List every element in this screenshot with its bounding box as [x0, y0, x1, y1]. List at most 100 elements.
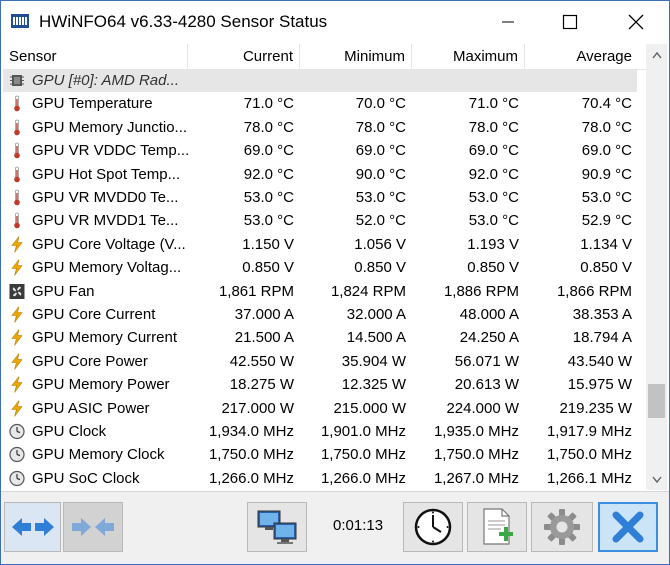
sensor-status-window: HWiNFO64 v6.33-4280 Sensor Status Sensor…: [0, 0, 670, 565]
sensor-label: GPU Memory Voltag...: [32, 259, 182, 277]
settings-button[interactable]: [531, 502, 593, 552]
sensor-name-cell: GPU [#0]: AMD Rad...: [3, 69, 188, 92]
lightning-icon: [9, 399, 25, 417]
minimum-value: 52.0 °C: [355, 212, 406, 230]
sensor-row-gpu-vr-mvdd1-te[interactable]: GPU VR MVDD1 Te... 53.0 °C 52.0 °C 53.0 °C 5…: [3, 209, 637, 232]
column-header-maximum[interactable]: Maximum: [412, 44, 525, 69]
sensor-row-gpu-memory-clock[interactable]: GPU Memory Clock 1,750.0 MHz 1,750.0 MHz 1,…: [3, 443, 637, 466]
chevron-up-icon: [651, 51, 662, 58]
expand-columns-button[interactable]: [4, 502, 61, 552]
sensor-row-gpu-hot-spot-temp[interactable]: GPU Hot Spot Temp... 92.0 °C 90.0 °C 92.0 °…: [3, 163, 637, 186]
scroll-down-button[interactable]: [646, 469, 667, 490]
sensor-name-cell: GPU Fan: [3, 280, 188, 303]
sensor-row-gpu-core-current[interactable]: GPU Core Current 37.000 A 32.000 A 48.000 A…: [3, 303, 637, 326]
gear-icon: [544, 509, 580, 545]
sensor-label: GPU Hot Spot Temp...: [32, 165, 181, 183]
sensor-label: GPU VR VDDC Temp...: [32, 142, 188, 160]
minimum-value: 90.0 °C: [355, 165, 406, 183]
average-value: 1,266.1 MHz: [546, 469, 632, 487]
sensor-name-cell: GPU SoC Clock: [3, 467, 188, 490]
reset-timer-button[interactable]: [403, 502, 463, 552]
column-header-sensor[interactable]: Sensor: [3, 44, 188, 69]
window-title: HWiNFO64 v6.33-4280 Sensor Status: [39, 12, 328, 31]
average-value: 1,917.9 MHz: [546, 423, 632, 440]
minimum-value: 35.904 W: [341, 352, 406, 370]
sensor-row-gpu-core-voltage-v[interactable]: GPU Core Voltage (V... 1.150 V 1.056 V 1.19…: [3, 233, 637, 256]
sensor-name-cell: GPU VR MVDD0 Te...: [3, 186, 188, 209]
sensor-row-gpu-asic-power[interactable]: GPU ASIC Power 217.000 W 215.000 W 224.000 …: [3, 397, 637, 420]
close-button[interactable]: [598, 502, 658, 552]
sensor-label: GPU VR MVDD0 Te...: [32, 189, 179, 206]
column-header-current[interactable]: Current: [188, 44, 300, 69]
current-value: 1.150 V: [242, 235, 294, 253]
network-button[interactable]: [247, 502, 307, 552]
average-value: 69.0 °C: [581, 142, 632, 160]
sensor-label: GPU ASIC Power: [32, 399, 150, 417]
sensor-row-gpu-memory-junctio[interactable]: GPU Memory Junctio... 78.0 °C 78.0 °C 78.0 …: [3, 116, 637, 139]
bottom-toolbar: 0:01:13: [1, 491, 669, 564]
scroll-up-button[interactable]: [646, 44, 667, 65]
current-value: 217.000 W: [221, 399, 294, 417]
sensor-row-gpu-soc-clock[interactable]: GPU SoC Clock 1,266.0 MHz 1,266.0 MHz 1,267…: [3, 467, 637, 490]
current-value: 1,266.0 MHz: [208, 469, 294, 487]
thermometer-icon: [9, 142, 25, 159]
sensor-name-cell: GPU Memory Current: [3, 326, 188, 349]
sensor-name-cell: GPU Memory Power: [3, 373, 188, 396]
double-arrow-icon: [11, 518, 54, 536]
average-value: 1.134 V: [580, 235, 632, 253]
sensor-name-cell: GPU VR MVDD1 Te...: [3, 209, 188, 232]
thermometer-icon: [9, 212, 25, 229]
maximum-value: 56.071 W: [454, 352, 519, 370]
sensor-row-gpu-memory-voltag[interactable]: GPU Memory Voltag... 0.850 V 0.850 V 0.850 …: [3, 256, 637, 279]
sensor-name-cell: GPU Clock: [3, 420, 188, 443]
scrollbar-thumb[interactable]: [648, 384, 665, 418]
sensor-row-gpu-memory-power[interactable]: GPU Memory Power 18.275 W 12.325 W 20.613 W…: [3, 373, 637, 396]
converge-arrow-icon: [72, 518, 114, 536]
minimize-button[interactable]: [485, 1, 531, 43]
maximum-value: 1,750.0 MHz: [433, 446, 519, 464]
maximum-value: 1,935.0 MHz: [433, 423, 519, 440]
current-value: 18.275 W: [229, 376, 294, 394]
maximum-value: 69.0 °C: [468, 142, 519, 160]
column-header-average[interactable]: Average: [525, 44, 638, 69]
average-value: 15.975 W: [567, 376, 632, 394]
sensor-table: Sensor Current Minimum Maximum Average G…: [3, 44, 647, 490]
sensor-group-row[interactable]: GPU [#0]: AMD Rad...: [3, 69, 637, 93]
sensor-name-cell: GPU Core Power: [3, 350, 188, 373]
minimum-value: 70.0 °C: [355, 95, 406, 113]
thermometer-icon: [9, 119, 25, 136]
maximum-value: 1.193 V: [467, 235, 519, 253]
maximize-button[interactable]: [547, 1, 593, 43]
sensor-name-cell: GPU Core Current: [3, 303, 188, 326]
title-bar[interactable]: HWiNFO64 v6.33-4280 Sensor Status: [1, 1, 669, 43]
average-value: 219.235 W: [559, 399, 632, 417]
vertical-scrollbar[interactable]: [646, 44, 667, 490]
sensor-label: GPU Core Current: [32, 306, 156, 323]
sensor-row-gpu-memory-current[interactable]: GPU Memory Current 21.500 A 14.500 A 24.250…: [3, 326, 637, 349]
maximum-value: 20.613 W: [454, 376, 519, 394]
sensor-row-gpu-fan[interactable]: GPU Fan 1,861 RPM 1,824 RPM 1,886 RPM 1,866 …: [3, 280, 637, 303]
sensor-row-gpu-vr-vddc-temp[interactable]: GPU VR VDDC Temp... 69.0 °C 69.0 °C 69.0 °C…: [3, 139, 637, 162]
minimize-icon: [502, 21, 514, 23]
lightning-icon: [9, 353, 25, 370]
sensor-row-gpu-core-power[interactable]: GPU Core Power 42.550 W 35.904 W 56.071 W 43…: [3, 350, 637, 373]
chip-icon: [9, 72, 25, 89]
sensor-label: GPU SoC Clock: [32, 469, 140, 487]
current-value: 53.0 °C: [243, 189, 294, 206]
minimum-value: 215.000 W: [333, 399, 406, 417]
maximum-value: 53.0 °C: [468, 189, 519, 206]
collapse-columns-button[interactable]: [63, 502, 123, 552]
minimum-value: 1.056 V: [354, 235, 406, 253]
close-window-button[interactable]: [613, 1, 659, 43]
average-value: 53.0 °C: [581, 189, 632, 206]
sensor-label: GPU VR MVDD1 Te...: [32, 212, 179, 230]
sensor-row-gpu-temperature[interactable]: GPU Temperature 71.0 °C 70.0 °C 71.0 °C 70.4…: [3, 92, 637, 115]
log-report-button[interactable]: [467, 502, 527, 552]
sensor-row-gpu-vr-mvdd0-te[interactable]: GPU VR MVDD0 Te... 53.0 °C 53.0 °C 53.0 °C 5…: [3, 186, 637, 209]
sensor-label: GPU Core Voltage (V...: [32, 235, 186, 253]
current-value: 92.0 °C: [243, 165, 294, 183]
minimum-value: 53.0 °C: [355, 189, 406, 206]
column-header-minimum[interactable]: Minimum: [300, 44, 412, 69]
thermometer-icon: [9, 95, 25, 112]
sensor-row-gpu-clock[interactable]: GPU Clock 1,934.0 MHz 1,901.0 MHz 1,935.0 M…: [3, 420, 637, 443]
